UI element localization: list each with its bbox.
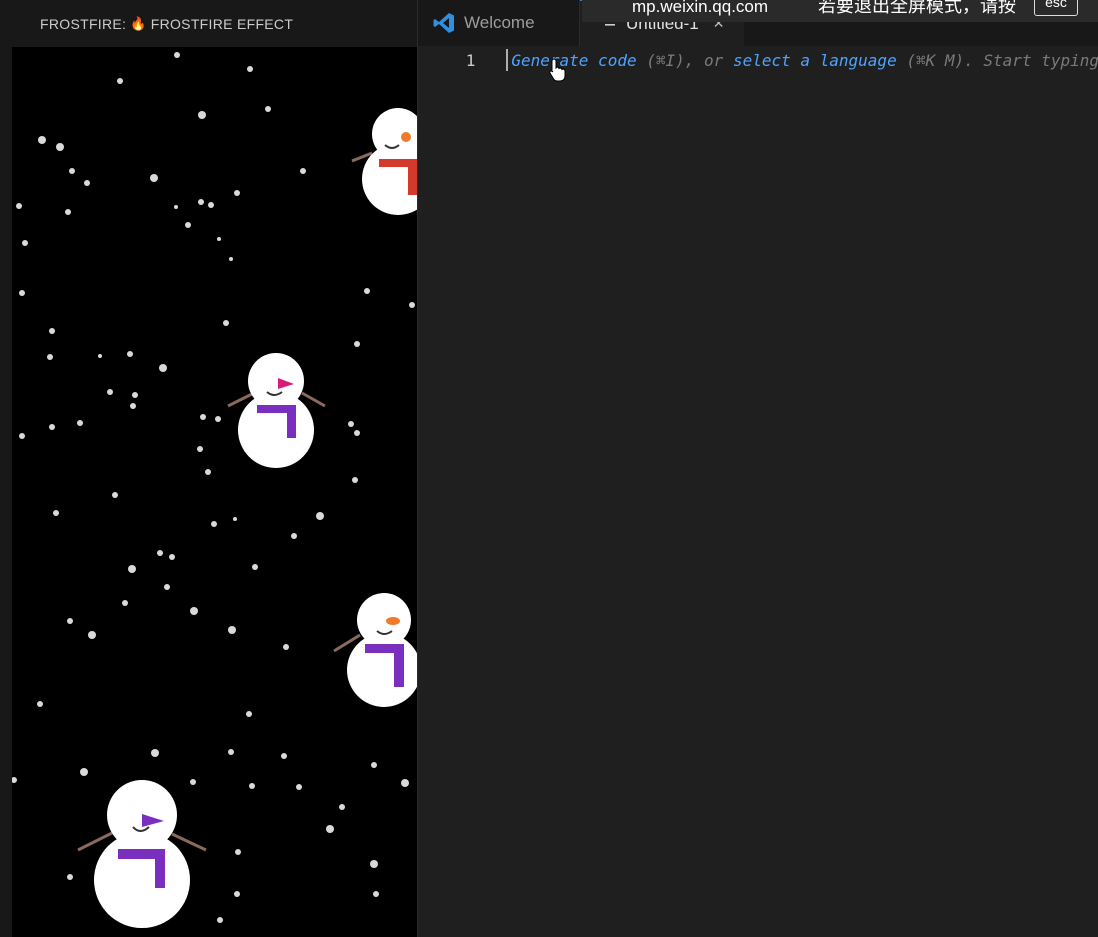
snow-canvas	[12, 47, 417, 937]
banner-url: mp.weixin.qq.com	[632, 0, 769, 16]
editor-hint: Generate code (⌘I), or select a language…	[511, 51, 1098, 70]
tab-welcome-label: Welcome	[464, 13, 535, 32]
line-number: 1	[465, 50, 476, 70]
fire-icon: 🔥	[130, 15, 147, 31]
frostfire-panel: FROSTFIRE: 🔥 FROSTFIRE EFFECT	[12, 0, 417, 937]
snow-scene	[12, 52, 417, 928]
esc-key-badge: esc	[1034, 0, 1078, 16]
select-language-link[interactable]: select a language	[733, 51, 897, 70]
snowman	[227, 353, 326, 468]
panel-title-suffix: FROSTFIRE EFFECT	[150, 15, 294, 32]
snowman	[351, 108, 417, 215]
snowman	[77, 780, 207, 928]
hand-pointer-icon	[549, 58, 566, 82]
code-line-1[interactable]: 1 Generate code (⌘I), or select a langua…	[418, 48, 1098, 72]
fullscreen-banner: mp.weixin.qq.com 若要退出全屏模式，请按 esc	[582, 0, 1098, 22]
generate-shortcut: (⌘I), or	[646, 50, 724, 70]
vscode-icon	[433, 13, 454, 33]
snowflakes	[12, 52, 415, 923]
panel-header: FROSTFIRE: 🔥 FROSTFIRE EFFECT	[12, 0, 417, 47]
generate-code-link[interactable]: Generate code	[511, 51, 636, 70]
text-cursor	[506, 49, 509, 71]
editor-area: Welcome Untitled-1 ✕ 1 Generate code (⌘I…	[417, 0, 1098, 937]
select-shortcut: (⌘K M). Start typing	[906, 50, 1098, 70]
banner-message: 若要退出全屏模式，请按	[818, 0, 1016, 16]
snowman	[333, 593, 417, 707]
panel-title-prefix: FROSTFIRE:	[40, 15, 127, 32]
tab-welcome[interactable]: Welcome	[418, 0, 580, 46]
